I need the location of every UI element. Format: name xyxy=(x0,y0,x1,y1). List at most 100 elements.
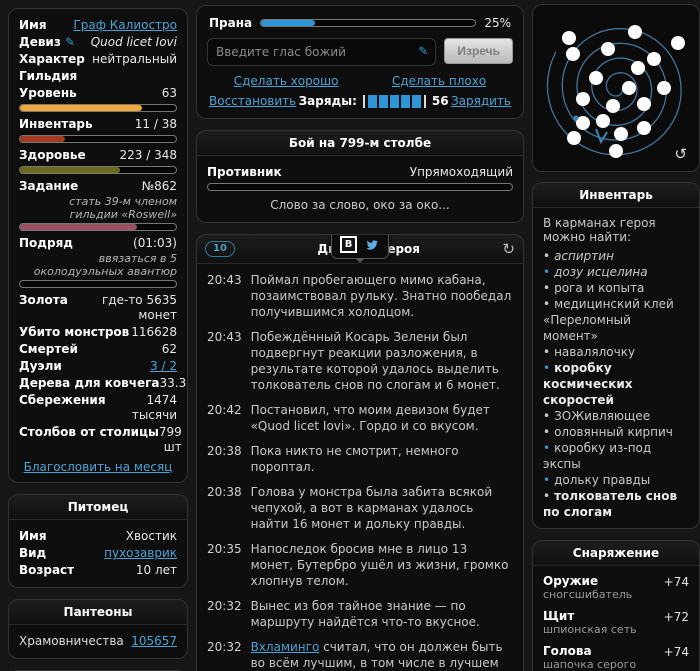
inventory-item: •медицинский клей «Переломный момент» xyxy=(543,296,689,344)
charges-indicator: Заряды: 56 xyxy=(299,94,449,108)
stat-row-duels: Дуэли 3 / 2 xyxy=(19,358,177,375)
map-town-node[interactable] xyxy=(566,47,580,61)
equipment-row: Оружиесногсшибатель +74 xyxy=(543,574,689,601)
inventory-item: •ЗОЖивляющее xyxy=(543,408,689,424)
map-town-node[interactable] xyxy=(671,36,685,50)
hero-position-arrow-icon xyxy=(596,129,607,142)
diary-entry: 20:42 Постановил, что моим девизом будет… xyxy=(207,402,513,434)
say-button[interactable]: Изречь xyxy=(444,38,513,64)
map-town-node[interactable] xyxy=(657,81,671,95)
stat-row-gold: Золота где-то 5635 монет xyxy=(19,292,177,324)
map-town-node[interactable] xyxy=(647,52,661,66)
map-town-node[interactable] xyxy=(631,61,645,75)
inventory-item: •дозу исцелина xyxy=(543,264,689,280)
prana-bar xyxy=(260,19,476,27)
edit-motto-icon[interactable]: ✎ xyxy=(65,35,75,49)
pantheons-panel-title: Пантеоны xyxy=(9,600,187,625)
inventory-item: •рога и копыта xyxy=(543,280,689,296)
diary-entry: 20:43 Побеждённый Косарь Зелени был подв… xyxy=(207,329,513,393)
diary-entry: 20:43 Поймал пробегающего мимо кабана, п… xyxy=(207,272,513,320)
side-job-bar xyxy=(19,280,177,288)
map-town-node[interactable] xyxy=(614,127,628,141)
inventory-item: •навалялочку xyxy=(543,344,689,360)
map-town-node[interactable] xyxy=(637,97,651,111)
inventory-item: •коробку из-под экспы xyxy=(543,440,689,472)
stat-row-monsters-killed: Убито монстров 116628 xyxy=(19,324,177,341)
enemy-label: Противник xyxy=(207,165,282,180)
map-reset-icon[interactable]: ↺ xyxy=(674,145,687,163)
map-town-node[interactable] xyxy=(637,121,651,135)
hero-stats-panel: Имя Граф Калиостро Девиз ✎ Quod licet Io… xyxy=(8,8,188,483)
health-bar xyxy=(19,166,177,174)
diary-unread-badge: 10 xyxy=(205,241,235,257)
map-town-node[interactable] xyxy=(567,131,581,145)
stat-row-guild: Гильдия xyxy=(19,68,177,85)
twitter-share-icon[interactable] xyxy=(364,238,380,252)
prana-row: Прана 25% xyxy=(207,14,513,34)
diary-entry: 20:32 Вхламинго считал, что он должен бы… xyxy=(207,639,513,671)
voice-pencil-icon: ✎ xyxy=(418,44,428,58)
stat-row-savings: Сбережения 1474 тысячи xyxy=(19,392,177,424)
pet-panel-title: Питомец xyxy=(9,495,187,520)
charge-link[interactable]: Зарядить xyxy=(451,94,511,108)
stat-label: Имя xyxy=(19,18,47,33)
map-town-node[interactable] xyxy=(576,92,590,106)
stat-row-inventory: Инвентарь 11 / 38 xyxy=(19,116,177,133)
stat-row-name: Имя Граф Калиостро xyxy=(19,17,177,34)
map-town-node[interactable] xyxy=(628,25,642,39)
voice-panel: Прана 25% ✎ Изречь Сделать хорошо Сделат… xyxy=(196,5,524,119)
prana-percent: 25% xyxy=(484,16,511,30)
pet-panel: Питомец Имя Хвостик Вид пухозаврик Возра… xyxy=(8,494,188,588)
pet-kind-link[interactable]: пухозаврик xyxy=(104,546,177,561)
hero-name-link[interactable]: Граф Калиостро xyxy=(73,18,177,33)
stat-label: Девиз ✎ xyxy=(19,35,75,50)
bless-link[interactable]: Благословить на месяц xyxy=(24,460,173,474)
diary-entry: 20:38 Голова у монстра была забита всяко… xyxy=(207,484,513,532)
stat-row-health: Здоровье 223 / 348 xyxy=(19,147,177,164)
inventory-intro: В карманах героя можно найти: xyxy=(543,216,689,244)
voice-input-wrap: ✎ xyxy=(207,38,436,66)
map-town-node[interactable] xyxy=(596,114,610,128)
equipment-title: Снаряжение xyxy=(533,541,699,566)
enemy-name: Упрямоходящий xyxy=(410,165,513,180)
restore-link[interactable]: Восстановить xyxy=(209,94,296,108)
map-town-node[interactable] xyxy=(606,99,620,113)
share-popup: В xyxy=(331,234,389,259)
pet-row-kind: Вид пухозаврик xyxy=(19,545,177,562)
side-job-text: ввязаться в 5 околодуэльных авантюр xyxy=(19,252,177,278)
pet-row-name: Имя Хвостик xyxy=(19,528,177,545)
stat-row-quest: Задание №862 xyxy=(19,178,177,195)
quest-text: стать 39-м членом гильдии «Roswell» xyxy=(19,195,177,221)
map-town-node[interactable] xyxy=(589,71,603,85)
pet-row-age: Возраст 10 лет xyxy=(19,562,177,579)
diary-entry: 20:38 Пока никто не смотрит, немного пор… xyxy=(207,443,513,475)
diary-refresh-icon[interactable]: ↻ xyxy=(502,240,515,258)
encourage-link[interactable]: Сделать хорошо xyxy=(234,74,339,88)
pantheon-rank-link[interactable]: 105657 xyxy=(131,634,177,649)
duels-link[interactable]: 3 / 2 xyxy=(150,359,177,374)
pantheon-row-templehood: Храмовничества 105657 xyxy=(19,633,177,650)
equipment-panel: Снаряжение Оружиесногсшибатель +74 Щитшп… xyxy=(532,540,700,671)
monster-name-link[interactable]: Вхламинго xyxy=(251,640,320,654)
battle-title: Бой на 799-м столбе xyxy=(197,131,523,156)
diary-entry: 20:32 Вынес из боя тайное знание — по ма… xyxy=(207,598,513,630)
map-town-node[interactable] xyxy=(622,81,636,95)
equipment-row: Головашапочка серого кардинала +74 xyxy=(543,644,689,671)
diary-entry: 20:35 Напоследок бросив мне в лицо 13 мо… xyxy=(207,541,513,589)
stat-row-alignment: Характер нейтральный xyxy=(19,51,177,68)
god-voice-input[interactable] xyxy=(207,38,436,66)
stat-row-miles: Столбов от столицы 799 шт xyxy=(19,424,177,456)
pantheons-panel: Пантеоны Храмовничества 105657 xyxy=(8,599,188,659)
inventory-item: •коробку космических скоростей xyxy=(543,360,689,408)
vk-share-icon[interactable]: В xyxy=(340,236,357,253)
inventory-item: •оловянный кирпич xyxy=(543,424,689,440)
stat-row-deaths: Смертей 62 xyxy=(19,341,177,358)
map-town-node[interactable] xyxy=(609,144,623,158)
map-town-node[interactable] xyxy=(601,42,615,56)
punish-link[interactable]: Сделать плохо xyxy=(392,74,486,88)
stat-row-side-job: Подряд (01:03) xyxy=(19,235,177,252)
map-town-node[interactable] xyxy=(562,31,576,45)
inventory-item: •толкователь снов по слогам xyxy=(543,488,689,520)
diary-panel: 10 Дневник героя ↻ В 20:43 Поймал пробег… xyxy=(196,234,524,671)
inventory-title: Инвентарь xyxy=(533,183,699,208)
